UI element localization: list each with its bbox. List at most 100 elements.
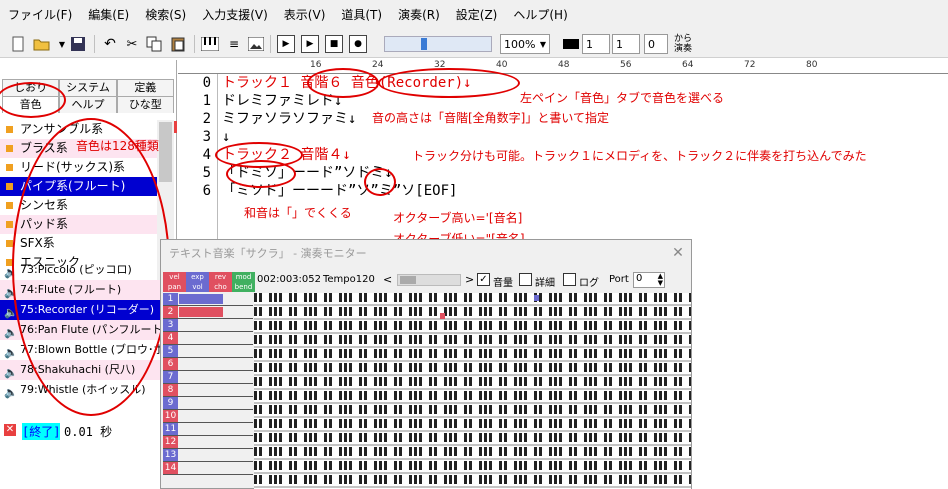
play-from-label[interactable]: から 演奏 [670,34,696,54]
keyboard-icon[interactable] [200,34,220,54]
channel-list: 1 2 3 4 5 6 7 8 9 10 11 12 13 14 [163,293,253,475]
monitor-tempo: Tempo120 [323,274,375,285]
highlight-instruments [12,118,170,416]
volume-label: 音量 [493,278,513,289]
monitor-close-icon[interactable]: ✕ [669,245,687,263]
channel-number: 8 [163,384,178,396]
port-spinner[interactable]: 0 ▲ ▼ [633,272,665,288]
play-position-slider[interactable] [384,34,492,54]
save-icon[interactable] [68,34,88,54]
line-number: 4 [202,147,211,163]
highlight-instrument [378,68,520,98]
annotation-scale: 音の高さは「音階[全角数字]」と書いて指定 [372,111,610,125]
record-button[interactable]: ● [349,34,367,54]
open-folder-icon[interactable] [32,34,52,54]
log-checkbox[interactable] [563,273,576,286]
channel-row: 3 [163,319,253,332]
detail-label: 詳細 [535,278,555,289]
stop-button[interactable]: ■ [325,34,343,54]
ruler-tick: 48 [558,60,570,70]
channel-number: 3 [163,319,178,331]
copy-icon[interactable] [144,34,164,54]
detail-checkbox[interactable] [519,273,532,286]
field3[interactable]: 0 [644,34,668,54]
menu-item-3[interactable]: 入力支援(V) [194,0,276,30]
channel-row: 4 [163,332,253,345]
image-icon[interactable] [246,34,266,54]
monitor-title: テキスト音楽「サクラ」 - 演奏モニター [169,247,367,260]
sakura-editor-window: ファイル(F) 編集(E) 検索(S) 入力支援(V) 表示(V) 道具(T) 演奏(R) 設… [0,0,948,489]
code-line[interactable]: ↓ [222,128,942,146]
tempo-slider[interactable] [397,274,461,286]
ruler-tick: 40 [496,60,508,70]
menu-bar: ファイル(F) 編集(E) 検索(S) 入力支援(V) 表示(V) 道具(T) 演奏(R) 設… [0,0,948,30]
line-number: 3 [202,129,211,145]
log-label: ログ [579,278,599,289]
ruler-tick: 64 [682,60,694,70]
field1-value: 1 [582,34,610,54]
tab-row1-1[interactable]: システム [59,79,117,96]
channel-number: 7 [163,371,178,383]
annotation-tracks: トラック分けも可能。トラック１にメロディを、トラック２に伴奏を打ち込んでみた [412,149,867,163]
port-label: Port [609,274,629,285]
channel-number: 9 [163,397,178,409]
channel-row: 1 [163,293,253,306]
menu-item-5[interactable]: 道具(T) [333,0,390,30]
line-number: 0 [202,75,211,91]
menu-item-0[interactable]: ファイル(F) [0,0,80,30]
play-button[interactable]: ▶ [301,34,319,54]
play-monitor-window: テキスト音楽「サクラ」 - 演奏モニター ✕ 002:003:052 Tempo… [160,239,692,489]
menu-item-6[interactable]: 演奏(R) [390,0,448,30]
channel-row: 14 [163,462,253,475]
undo-icon[interactable]: ↶ [100,34,120,54]
zoom-select[interactable]: 100% ▼ [500,34,550,54]
ruler-tick: 72 [744,60,756,70]
channel-row: 10 [163,410,253,423]
tempo-right-arrow[interactable]: > [465,273,474,286]
channel-row: 8 [163,384,253,397]
play-from-start-button[interactable]: ▶ [277,34,295,54]
new-file-icon[interactable] [8,34,28,54]
tab-row1-2[interactable]: 定義 [116,79,174,96]
menu-item-1[interactable]: 編集(E) [80,0,137,30]
status-pane: ✕ [終了] 0.01 秒 [0,420,170,489]
ruler-tick: 80 [806,60,818,70]
menu-item-8[interactable]: ヘルプ(H) [505,0,575,30]
col-label-mod: mod bend [232,272,255,292]
col-label-vel: vel pan [163,272,186,292]
menu-item-4[interactable]: 表示(V) [276,0,334,30]
volume-checkbox[interactable]: ✓ [477,273,490,286]
col-label-exp: exp vol [186,272,209,292]
tab-row2-2[interactable]: ひな型 [116,96,174,113]
color-swatch[interactable] [560,34,582,54]
code-line[interactable]: 「ドミソ」ーード”ソドミ↓ [222,164,942,182]
paste-icon[interactable] [168,34,188,54]
line-number: 5 [202,165,211,181]
active-note-2 [440,313,445,319]
tab-row2-1[interactable]: ヘルプ [59,96,117,113]
channel-number: 1 [163,293,178,305]
channel-row: 2 [163,306,253,319]
edit-icon[interactable]: ≡ [224,34,244,54]
cut-icon[interactable]: ✂ [122,34,142,54]
speaker-icon[interactable]: 🔈 [4,383,18,403]
piano-keyboard-grid [254,293,691,489]
channel-number: 13 [163,449,178,461]
channel-row: 11 [163,423,253,436]
line-number: 6 [202,183,211,199]
toolbar: ▼ ↶ ✂ ≡ ▶ ▶ ■ ● 100% ▼ 1 1 0 から 演奏 [0,30,948,58]
field1[interactable]: 1 [582,34,610,54]
annotation-tab: 左ペイン「音色」タブで音色を選べる [520,91,725,105]
field2[interactable]: 1 [612,34,640,54]
monitor-position: 002:003:052 [257,274,321,285]
close-status-icon[interactable]: ✕ [4,424,16,436]
ruler-tick: 24 [372,60,384,70]
channel-level-bar [179,294,223,304]
menu-item-2[interactable]: 検索(S) [137,0,194,30]
channel-number: 6 [163,358,178,370]
menu-item-7[interactable]: 設定(Z) [448,0,506,30]
ruler-tick: 56 [620,60,632,70]
tempo-left-arrow[interactable]: < [383,273,392,286]
code-line[interactable]: 「ミソド」ーーード”ソ”ミ”ソ[EOF] [222,182,942,200]
highlight-octave [364,168,396,196]
